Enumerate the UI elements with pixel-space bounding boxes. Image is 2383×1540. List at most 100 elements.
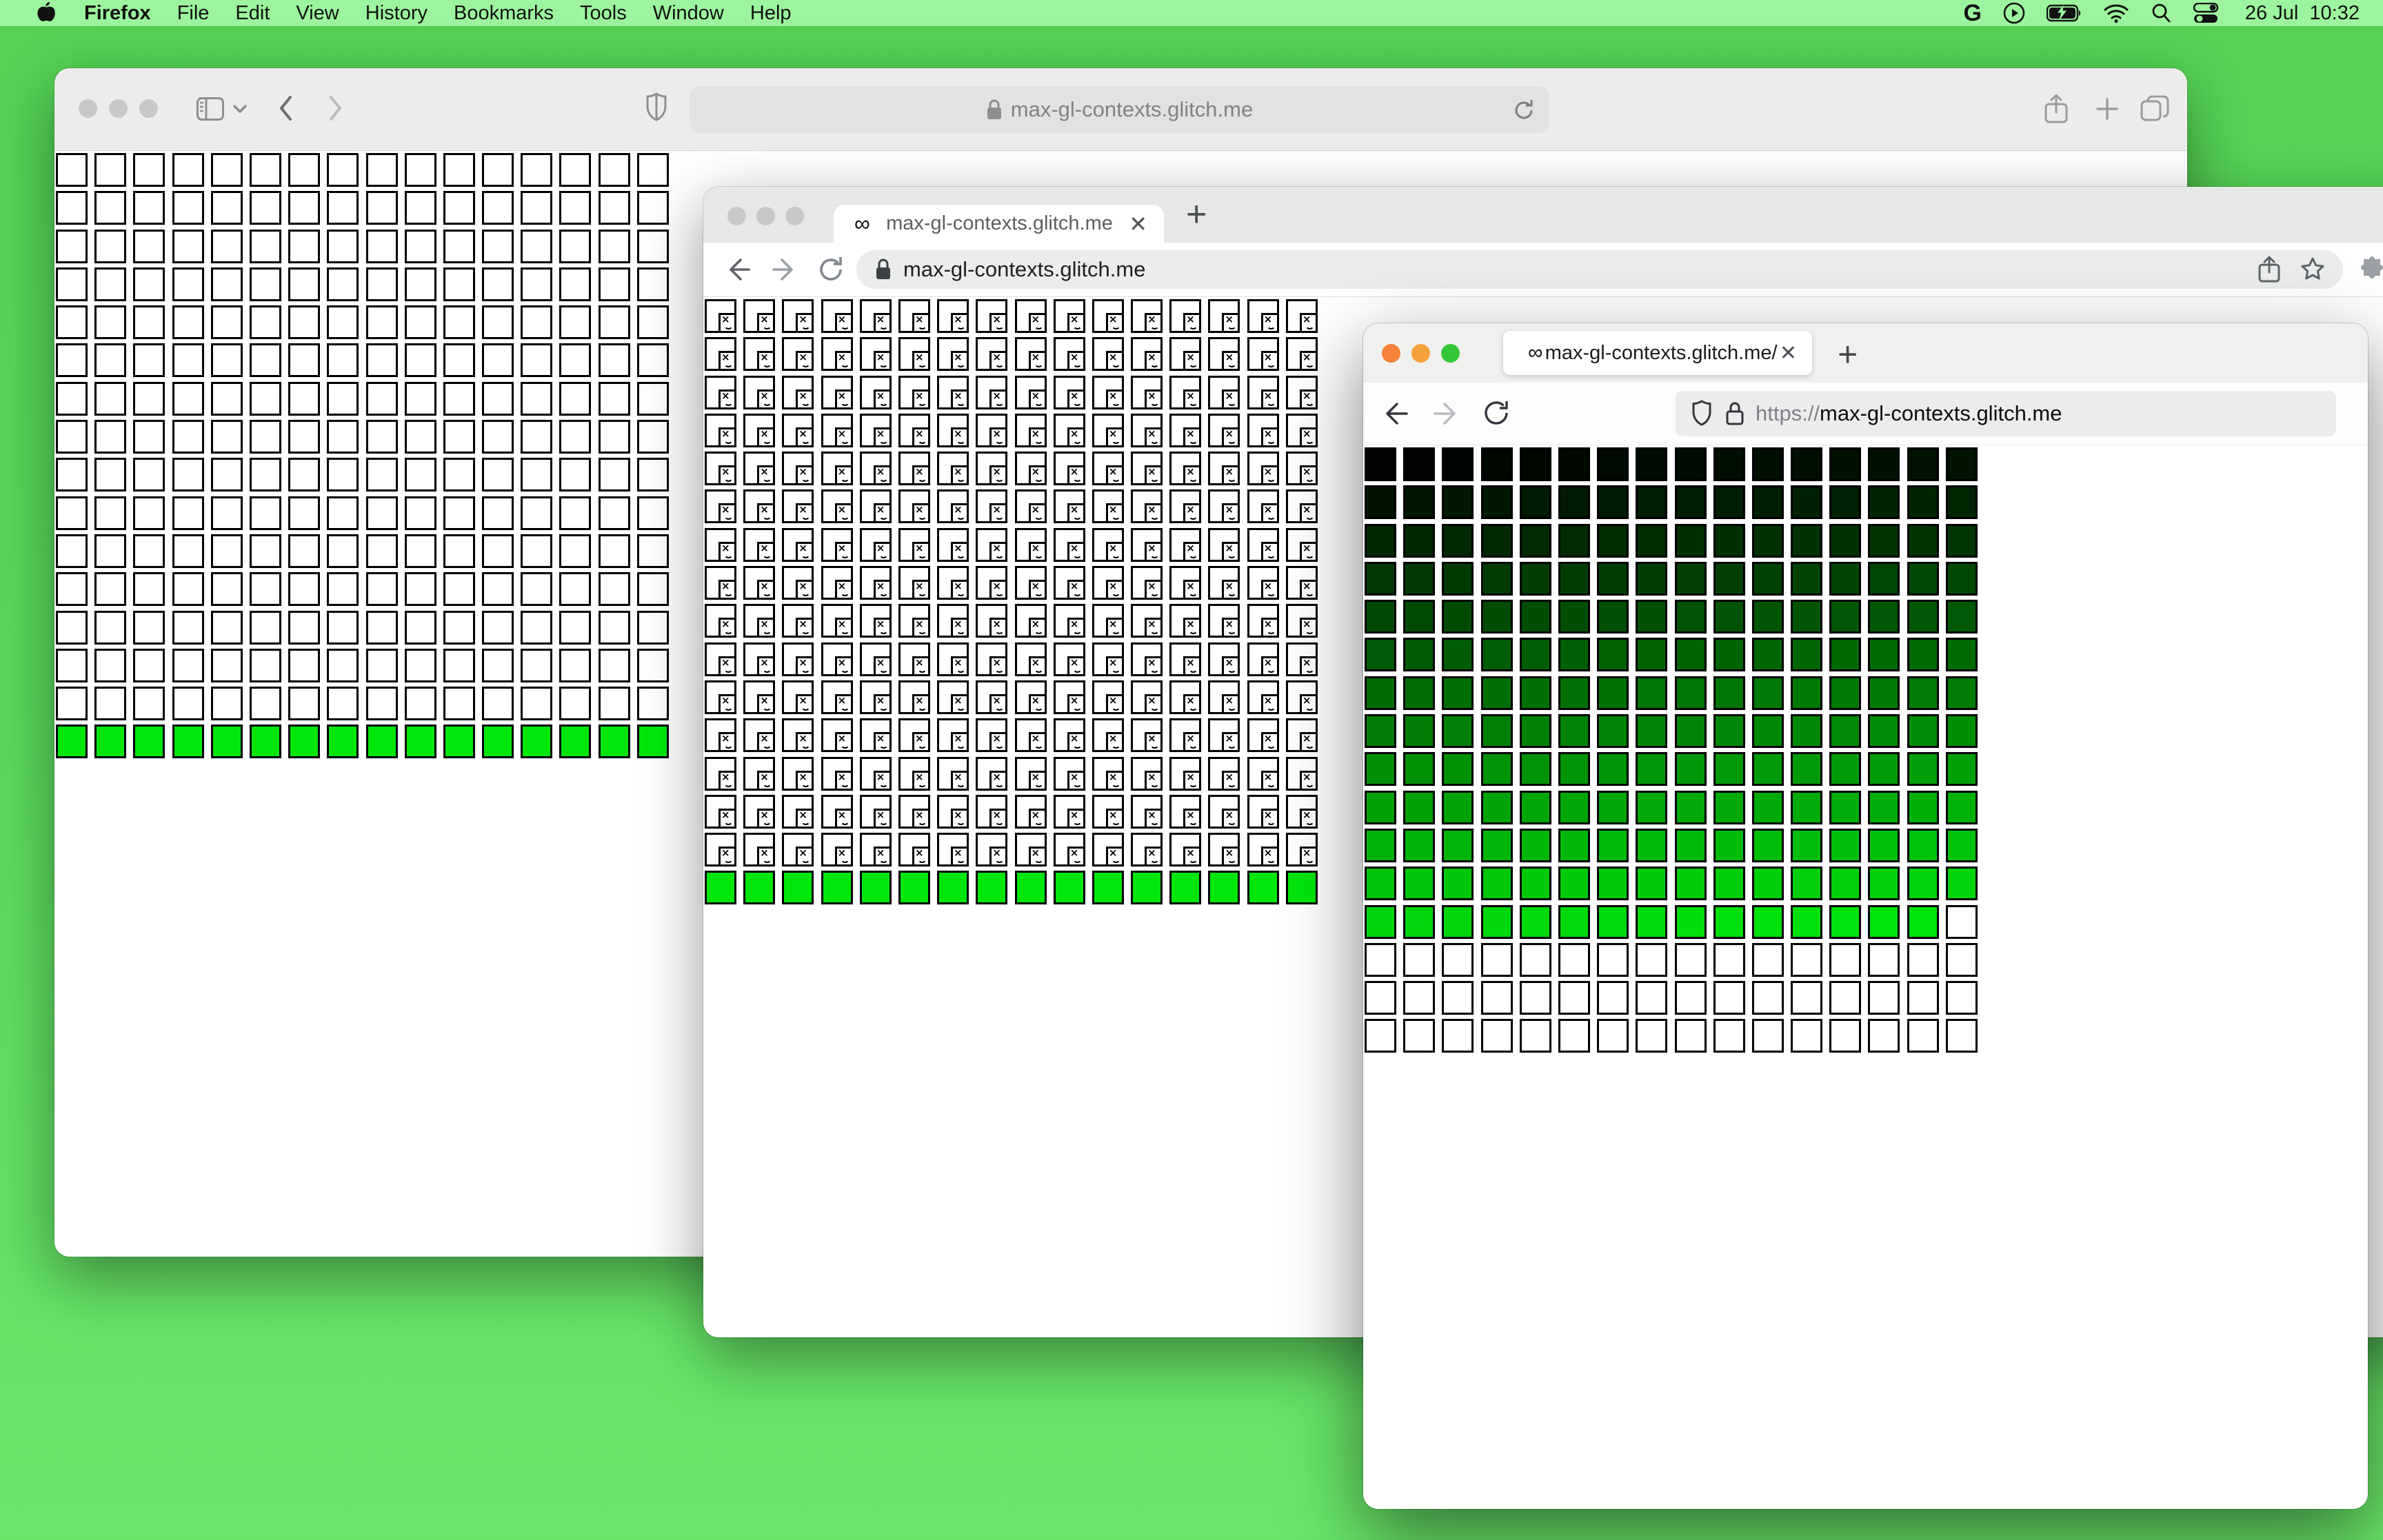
address-bar[interactable]: max-gl-contexts.glitch.me [856, 250, 2343, 289]
canvas-cell: × [1169, 604, 1202, 638]
canvas-cell [559, 610, 592, 645]
minimize-button[interactable] [109, 99, 128, 118]
new-tab-icon[interactable] [2094, 96, 2120, 122]
reload-icon[interactable] [1512, 97, 1536, 123]
new-tab-button[interactable]: + [1838, 334, 1858, 374]
infinity-favicon: ∞ [854, 211, 870, 236]
shield-icon[interactable] [645, 92, 668, 122]
canvas-cell [404, 305, 436, 340]
canvas-cell: × [821, 756, 853, 791]
broken-image-icon: × [796, 313, 814, 333]
tab-close-icon[interactable]: ✕ [1780, 341, 1797, 365]
broken-image-icon: × [1145, 732, 1163, 753]
menubar-app-name[interactable]: Firefox [84, 2, 151, 25]
minimize-button[interactable] [1411, 344, 1430, 363]
chevron-down-icon[interactable] [232, 104, 248, 114]
battery-charging-icon[interactable] [2046, 3, 2082, 23]
broken-image-icon: × [951, 656, 969, 676]
forward-icon[interactable] [1431, 398, 1461, 429]
forward-icon[interactable] [327, 93, 345, 123]
canvas-cell [365, 687, 398, 721]
broken-image-icon: × [1222, 389, 1240, 409]
share-icon[interactable] [2043, 93, 2069, 125]
tab-overview-icon[interactable] [2140, 94, 2170, 123]
menu-tools[interactable]: Tools [580, 2, 627, 25]
back-icon[interactable] [723, 254, 753, 285]
address-bar[interactable]: https://max-gl-contexts.glitch.me [1676, 391, 2336, 436]
canvas-cell: × [898, 833, 930, 867]
control-center-icon[interactable] [2193, 3, 2220, 23]
close-button[interactable] [1382, 344, 1400, 363]
broken-image-icon: × [912, 351, 930, 372]
canvas-cell [1442, 523, 1474, 558]
broken-image-icon: × [1222, 351, 1240, 372]
tab-title: max-gl-contexts.glitch.me/ [1545, 341, 1778, 364]
new-tab-button[interactable]: + [1186, 194, 1207, 235]
sidebar-icon[interactable] [197, 97, 224, 121]
canvas-cell [443, 687, 475, 721]
tab-close-icon[interactable]: ✕ [1129, 211, 1147, 237]
menu-history[interactable]: History [365, 2, 428, 25]
canvas-cell: × [705, 375, 736, 409]
star-icon[interactable] [2299, 256, 2326, 283]
canvas-cell: × [1285, 680, 1318, 714]
canvas-cell [598, 229, 630, 263]
reload-icon[interactable] [816, 254, 846, 285]
broken-image-icon: × [1145, 808, 1163, 829]
canvas-cell [1597, 714, 1629, 749]
canvas-cell [210, 572, 243, 607]
apple-icon[interactable] [34, 1, 55, 25]
canvas-cell [172, 343, 204, 378]
wifi-icon[interactable] [2103, 3, 2129, 23]
canvas-cell [1713, 485, 1745, 520]
menu-window[interactable]: Window [653, 2, 724, 25]
canvas-cell: × [705, 604, 736, 638]
menu-file[interactable]: File [177, 2, 210, 25]
canvas-cell [133, 496, 165, 530]
minimize-button[interactable] [756, 207, 775, 225]
menu-help[interactable]: Help [750, 2, 792, 25]
canvas-cell [559, 153, 592, 187]
reload-icon[interactable] [1480, 397, 1512, 429]
canvas-cell [133, 305, 165, 340]
canvas-cell: × [898, 299, 930, 333]
back-icon[interactable] [1380, 398, 1411, 429]
broken-image-icon: × [1067, 503, 1085, 524]
close-button[interactable] [79, 99, 97, 118]
chrome-active-tab[interactable]: ∞ max-gl-contexts.glitch.me ✕ [834, 205, 1164, 243]
back-icon[interactable] [276, 93, 294, 123]
canvas-cell: × [1208, 489, 1240, 524]
search-icon[interactable] [2150, 2, 2172, 24]
firefox-active-tab[interactable]: ∞ max-gl-contexts.glitch.me/ ✕ [1503, 331, 1812, 375]
play-circle-icon[interactable] [2002, 1, 2026, 25]
canvas-cell [210, 458, 243, 492]
canvas-cell [1597, 447, 1629, 481]
canvas-row [1365, 828, 1984, 867]
canvas-cell [1868, 904, 1900, 939]
share-icon[interactable] [2258, 255, 2281, 284]
google-g-icon[interactable]: G [1963, 0, 1981, 27]
menu-bookmarks[interactable]: Bookmarks [454, 2, 554, 25]
canvas-cell: × [1169, 299, 1202, 333]
canvas-cell [1053, 871, 1085, 905]
forward-icon[interactable] [770, 254, 800, 285]
menu-view[interactable]: View [296, 2, 339, 25]
extensions-puzzle-icon[interactable] [2358, 256, 2383, 284]
shield-icon[interactable] [1691, 400, 1713, 427]
zoom-button[interactable] [785, 207, 804, 225]
broken-image-icon: × [1183, 313, 1202, 333]
canvas-cell [1751, 447, 1784, 481]
zoom-button[interactable] [1441, 344, 1460, 363]
canvas-cell [56, 458, 88, 492]
canvas-cell [521, 687, 553, 721]
canvas-cell: × [1208, 642, 1240, 676]
address-bar[interactable]: max-gl-contexts.glitch.me [690, 86, 1549, 133]
zoom-button[interactable] [139, 99, 158, 118]
canvas-row [1365, 981, 1984, 1019]
canvas-cell [172, 725, 204, 759]
close-button[interactable] [727, 207, 746, 225]
broken-image-icon: × [1145, 541, 1163, 562]
canvas-cell [1558, 485, 1590, 520]
menu-edit[interactable]: Edit [235, 2, 270, 25]
canvas-cell: × [1131, 680, 1163, 714]
